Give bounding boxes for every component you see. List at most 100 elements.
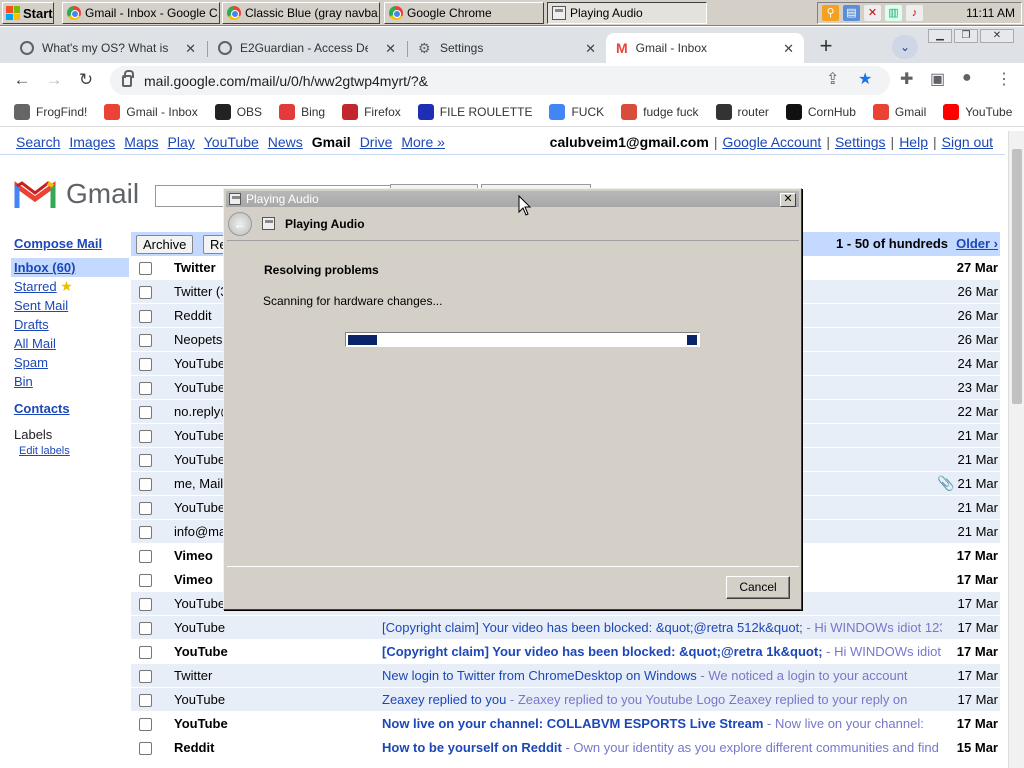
volume-muted-icon[interactable]: ♪ xyxy=(906,5,923,21)
row-checkbox[interactable] xyxy=(139,622,152,635)
scrollbar-thumb[interactable] xyxy=(1012,149,1022,404)
subject-line[interactable]: Now live on your channel: COLLABVM ESPOR… xyxy=(382,716,942,731)
search-icon[interactable]: ⚲ xyxy=(822,5,839,21)
sign-out-link[interactable]: Sign out xyxy=(942,134,993,150)
sidebar-item-bin[interactable]: Bin xyxy=(14,372,129,391)
row-checkbox[interactable] xyxy=(139,478,152,491)
row-checkbox[interactable] xyxy=(139,406,152,419)
subject-line[interactable]: [Copyright claim] Your video has been bl… xyxy=(382,644,942,659)
subject-line[interactable]: How to be yourself on Reddit - Own your … xyxy=(382,740,942,755)
row-checkbox[interactable] xyxy=(139,286,152,299)
address-bar[interactable]: mail.google.com/mail/u/0/h/ww2gtwp4myrt/… xyxy=(110,66,890,95)
table-row[interactable]: YouTube Now live on your channel: COLLABV… xyxy=(131,712,1000,736)
row-checkbox[interactable] xyxy=(139,430,152,443)
bookmark-firefox[interactable]: Firefox xyxy=(342,103,401,120)
nav-link-maps[interactable]: Maps xyxy=(124,134,158,150)
side-panel-icon[interactable]: ▣ xyxy=(930,69,945,89)
settings-link[interactable]: Settings xyxy=(835,134,886,150)
sidebar-item-starred[interactable]: Starred ★ xyxy=(14,277,129,296)
nav-link-youtube[interactable]: YouTube xyxy=(204,134,259,150)
row-checkbox[interactable] xyxy=(139,598,152,611)
tab-e2guardian[interactable]: E2Guardian - Access Denie ✕ xyxy=(208,33,406,63)
bookmark-fudge-fuck[interactable]: fudge fuck xyxy=(621,103,699,120)
close-icon[interactable]: ✕ xyxy=(185,41,196,57)
nav-link-more-[interactable]: More » xyxy=(401,134,445,150)
tab-gmail-inbox[interactable]: M Gmail - Inbox ✕ xyxy=(606,33,804,63)
row-checkbox[interactable] xyxy=(139,334,152,347)
row-checkbox[interactable] xyxy=(139,454,152,467)
help-link[interactable]: Help xyxy=(899,134,928,150)
subject-line[interactable]: Zeaxey replied to you - Zeaxey replied t… xyxy=(382,692,942,707)
start-button[interactable]: Start xyxy=(2,2,54,24)
star-icon[interactable]: ★ xyxy=(858,69,872,89)
row-checkbox[interactable] xyxy=(139,502,152,515)
row-checkbox[interactable] xyxy=(139,718,152,731)
table-row[interactable]: Twitter New login to Twitter from ChromeD… xyxy=(131,664,1000,688)
sidebar-item-label[interactable]: Starred xyxy=(14,279,57,294)
nav-link-drive[interactable]: Drive xyxy=(360,134,393,150)
share-icon[interactable]: ⇪ xyxy=(826,69,839,89)
bookmark-cornhub[interactable]: CornHub xyxy=(785,103,856,120)
row-checkbox[interactable] xyxy=(139,382,152,395)
archive-button[interactable]: Archive xyxy=(136,235,194,254)
nav-link-gmail[interactable]: Gmail xyxy=(312,134,351,150)
row-checkbox[interactable] xyxy=(139,574,152,587)
clock[interactable]: 11:11 AM xyxy=(966,6,1015,20)
sidebar-item-all-mail[interactable]: All Mail xyxy=(14,334,129,353)
tab-whats-my-os[interactable]: What's my OS? What is my ✕ xyxy=(10,33,206,63)
network-icon[interactable]: ▤ xyxy=(843,5,860,21)
bookmark-gmail-inbox[interactable]: Gmail - Inbox xyxy=(104,103,198,120)
extensions-icon[interactable]: ✚ xyxy=(900,69,913,89)
bookmark-obs[interactable]: OBS xyxy=(214,103,262,120)
bookmark-frogfind-[interactable]: FrogFind! xyxy=(14,103,87,120)
tab-search-button[interactable]: ⌄ xyxy=(892,35,918,59)
sidebar-item-drafts[interactable]: Drafts xyxy=(14,315,129,334)
row-checkbox[interactable] xyxy=(139,358,152,371)
taskbar-item-google-chrome[interactable]: Google Chrome xyxy=(384,2,544,24)
sidebar-item-inbox[interactable]: Inbox (60) xyxy=(11,258,129,277)
reload-icon[interactable]: ↻ xyxy=(76,70,96,90)
close-icon[interactable]: ✕ xyxy=(585,41,596,57)
close-icon[interactable]: ✕ xyxy=(385,41,396,57)
nav-link-news[interactable]: News xyxy=(268,134,303,150)
compose-link[interactable]: Compose Mail xyxy=(14,234,129,253)
table-row[interactable]: YouTube Zeaxey replied to you - Zeaxey re… xyxy=(131,688,1000,712)
table-row[interactable]: Reddit How to be yourself on Reddit - Own… xyxy=(131,736,1000,760)
bookmark-bing[interactable]: Bing xyxy=(279,103,325,120)
row-checkbox[interactable] xyxy=(139,262,152,275)
bookmark-youtube[interactable]: YouTube xyxy=(943,103,1012,120)
subject-line[interactable]: New login to Twitter from ChromeDesktop … xyxy=(382,668,942,683)
new-tab-button[interactable]: + xyxy=(812,33,840,61)
menu-icon[interactable]: ⋮ xyxy=(996,69,1012,89)
dialog-titlebar[interactable]: Playing Audio ✕ xyxy=(226,191,799,207)
row-checkbox[interactable] xyxy=(139,550,152,563)
battery-icon[interactable]: ▥ xyxy=(885,5,902,21)
page-scrollbar[interactable] xyxy=(1008,131,1024,768)
forward-icon[interactable]: → xyxy=(44,70,64,90)
table-row[interactable]: YouTube [Copyright claim] Your video has … xyxy=(131,640,1000,664)
row-checkbox[interactable] xyxy=(139,310,152,323)
row-checkbox[interactable] xyxy=(139,694,152,707)
bookmark-fuck[interactable]: FUCK xyxy=(549,103,604,120)
older-link[interactable]: Older › xyxy=(956,236,998,251)
minimize-button[interactable]: ▁ xyxy=(928,29,952,43)
tab-settings[interactable]: ⚙ Settings ✕ xyxy=(408,33,606,63)
nav-link-play[interactable]: Play xyxy=(168,134,195,150)
edit-labels-link[interactable]: Edit labels xyxy=(14,444,129,458)
close-icon[interactable]: ✕ xyxy=(783,41,794,57)
table-row[interactable]: YouTube [Copyright claim] Your video has … xyxy=(131,616,1000,640)
back-icon[interactable]: ← xyxy=(12,70,32,90)
security-icon[interactable]: ✕ xyxy=(864,5,881,21)
row-checkbox[interactable] xyxy=(139,646,152,659)
back-arrow-icon[interactable]: ← xyxy=(228,212,252,236)
taskbar-item-gmail[interactable]: Gmail - Inbox - Google C... xyxy=(62,2,220,24)
nav-link-images[interactable]: Images xyxy=(69,134,115,150)
dialog-close-button[interactable]: ✕ xyxy=(780,193,796,207)
taskbar-item-playing-audio[interactable]: Playing Audio xyxy=(547,2,707,24)
nav-link-search[interactable]: Search xyxy=(16,134,60,150)
cancel-button[interactable]: Cancel xyxy=(726,576,790,599)
taskbar-item-classic-blue[interactable]: Classic Blue (gray navba... xyxy=(222,2,380,24)
subject-line[interactable]: [Copyright claim] Your video has been bl… xyxy=(382,620,942,635)
bookmark-file-roulette[interactable]: FILE ROULETTE xyxy=(417,103,532,120)
row-checkbox[interactable] xyxy=(139,526,152,539)
